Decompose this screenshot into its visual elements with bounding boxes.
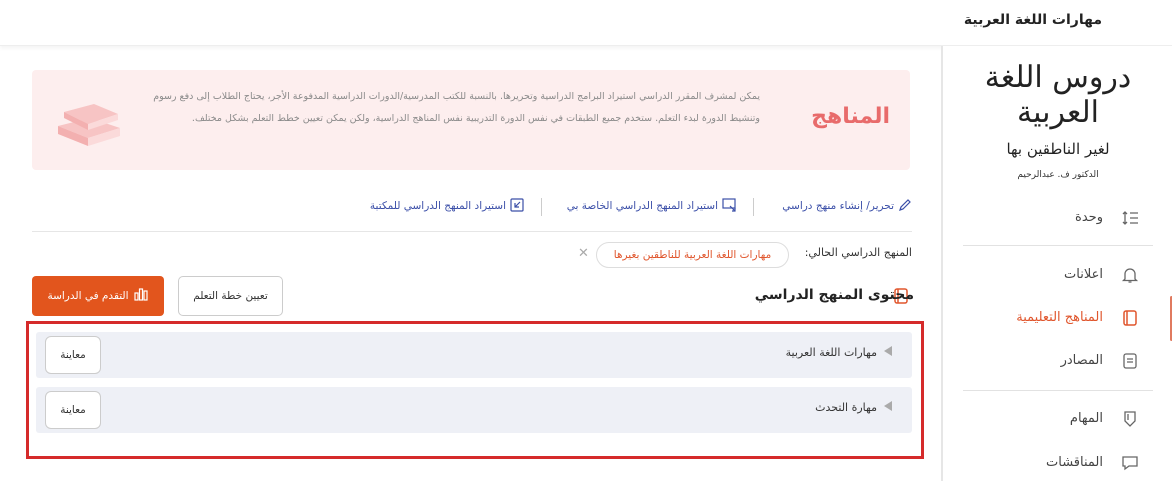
logo-author: الدكتور ف. عبدالرحيم bbox=[1017, 170, 1099, 180]
list-item[interactable]: مهارة التحدث معاينة bbox=[36, 387, 912, 433]
logo-title: دروس اللغة العربية bbox=[984, 60, 1132, 130]
current-curriculum-badge: مهارات اللغة العربية للناطقين بغيرها bbox=[596, 242, 789, 268]
sidebar-separator bbox=[963, 390, 1153, 391]
list-item-title: مهارات اللغة العربية bbox=[786, 346, 892, 359]
sidebar-item-label: المناهج التعليمية bbox=[1016, 310, 1103, 325]
course-logo: دروس اللغة العربية لغير الناطقين بها الد… bbox=[943, 54, 1172, 204]
list-order-icon bbox=[1122, 211, 1138, 225]
top-bar: مهارات اللغة العربية bbox=[0, 0, 1172, 46]
study-progress-button[interactable]: التقدم في الدراسة bbox=[32, 276, 164, 316]
list-item[interactable]: مهارات اللغة العربية معاينة bbox=[36, 332, 912, 378]
sidebar-item-label: وحدة bbox=[1075, 210, 1103, 225]
import-library-curriculum-link[interactable]: استيراد المنهج الدراسي للمكتبة bbox=[370, 198, 524, 212]
sidebar: دروس اللغة العربية لغير الناطقين بها الد… bbox=[942, 46, 1172, 481]
logo-subtitle: لغير الناطقين بها bbox=[1006, 140, 1110, 158]
study-progress-label: التقدم في الدراسة bbox=[47, 290, 129, 302]
caret-left-icon[interactable] bbox=[884, 346, 892, 356]
shield-icon bbox=[1124, 411, 1136, 427]
resources-icon bbox=[1123, 353, 1137, 369]
info-banner: يمكن لمشرف المقرر الدراسي استيراد البرام… bbox=[32, 70, 910, 170]
sidebar-item-curricula[interactable]: المناهج التعليمية bbox=[943, 300, 1172, 336]
edit-curriculum-link[interactable]: تحرير/ إنشاء منهج دراسي bbox=[782, 198, 912, 212]
sidebar-separator bbox=[963, 245, 1153, 246]
current-curriculum-label: المنهج الدراسي الحالي: bbox=[804, 246, 912, 259]
close-icon[interactable]: ✕ bbox=[578, 246, 589, 261]
preview-button[interactable]: معاينة bbox=[45, 336, 101, 374]
chat-icon bbox=[1122, 456, 1138, 471]
action-separator bbox=[753, 198, 754, 216]
sidebar-item-label: المهام bbox=[1069, 411, 1103, 426]
sidebar-item-announcements[interactable]: اعلانات bbox=[943, 257, 1172, 293]
set-learning-plan-button[interactable]: تعيين خطة التعلم bbox=[178, 276, 283, 316]
action-separator bbox=[541, 198, 542, 216]
curriculum-content-heading: محتوى المنهج الدراسي bbox=[754, 287, 914, 303]
books-icon bbox=[58, 104, 120, 146]
curriculum-actions: تحرير/ إنشاء منهج دراسي استيراد المنهج ا… bbox=[350, 198, 912, 218]
import-icon bbox=[722, 198, 736, 212]
sidebar-item-label: المصادر bbox=[1060, 353, 1103, 368]
sidebar-item-unit[interactable]: وحدة bbox=[943, 200, 1172, 236]
list-item-label: مهارة التحدث bbox=[815, 401, 877, 414]
list-item-title: مهارة التحدث bbox=[815, 401, 892, 414]
section-divider bbox=[32, 231, 912, 232]
pencil-icon bbox=[899, 199, 911, 211]
edit-curriculum-label: تحرير/ إنشاء منهج دراسي bbox=[782, 200, 894, 212]
sidebar-item-discussions[interactable]: المناقشات bbox=[943, 445, 1172, 481]
bar-chart-icon bbox=[133, 288, 148, 301]
list-item-label: مهارات اللغة العربية bbox=[785, 346, 877, 359]
sidebar-item-resources[interactable]: المصادر bbox=[943, 343, 1172, 379]
preview-button[interactable]: معاينة bbox=[45, 391, 101, 429]
import-my-curriculum-label: استيراد المنهج الدراسي الخاصة بي bbox=[566, 200, 718, 212]
sidebar-item-label: المناقشات bbox=[1046, 455, 1103, 470]
library-import-icon bbox=[510, 198, 524, 212]
banner-title: المناهج bbox=[811, 104, 890, 129]
import-my-curriculum-link[interactable]: استيراد المنهج الدراسي الخاصة بي bbox=[567, 198, 736, 212]
bell-icon bbox=[1121, 268, 1139, 283]
book-icon bbox=[1123, 310, 1137, 326]
course-title: مهارات اللغة العربية bbox=[963, 12, 1102, 28]
import-library-curriculum-label: استيراد المنهج الدراسي للمكتبة bbox=[369, 200, 506, 212]
curriculum-list: مهارات اللغة العربية معاينة مهارة التحدث… bbox=[26, 321, 924, 459]
caret-left-icon[interactable] bbox=[884, 401, 892, 411]
sidebar-item-label: اعلانات bbox=[1064, 267, 1103, 282]
banner-description: يمكن لمشرف المقرر الدراسي استيراد البرام… bbox=[153, 91, 760, 124]
sidebar-item-tasks[interactable]: المهام bbox=[943, 401, 1172, 437]
